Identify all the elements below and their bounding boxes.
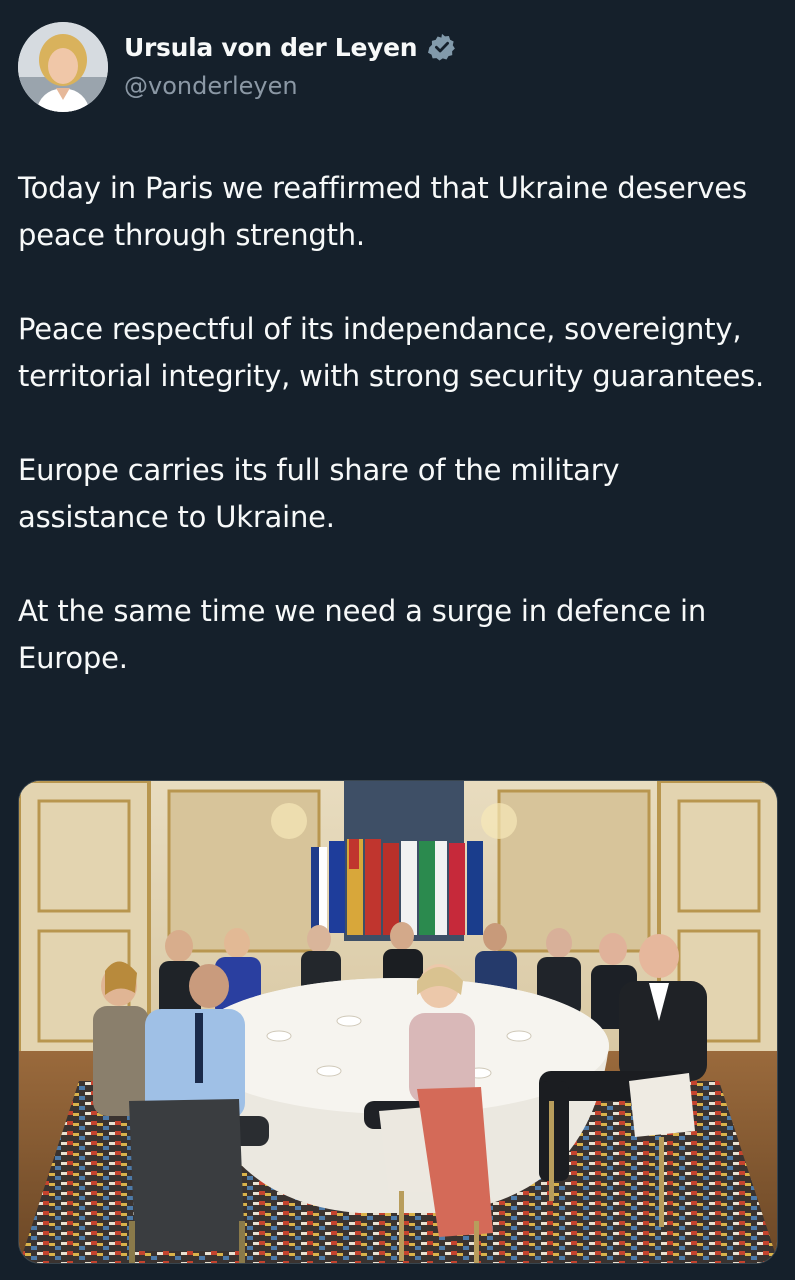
tweet-paragraph: Peace respectful of its independance, so… bbox=[18, 312, 765, 393]
tweet-media-photo[interactable] bbox=[18, 780, 778, 1264]
verified-badge-icon bbox=[427, 32, 457, 62]
tweet-paragraph: Europe carries its full share of the mil… bbox=[18, 453, 620, 534]
tweet-paragraph: At the same time we need a surge in defe… bbox=[18, 594, 707, 675]
author-handle[interactable]: @vonderleyen bbox=[124, 72, 298, 100]
author-avatar[interactable] bbox=[18, 22, 108, 112]
avatar-photo-icon bbox=[18, 22, 108, 112]
tweet-body: Today in Paris we reaffirmed that Ukrain… bbox=[18, 165, 778, 682]
author-display-name[interactable]: Ursula von der Leyen bbox=[124, 33, 418, 62]
tweet-header: Ursula von der Leyen @vonderleyen bbox=[18, 22, 778, 114]
tweet-paragraph: Today in Paris we reaffirmed that Ukrain… bbox=[18, 171, 747, 252]
meeting-photo-image bbox=[19, 781, 777, 1263]
